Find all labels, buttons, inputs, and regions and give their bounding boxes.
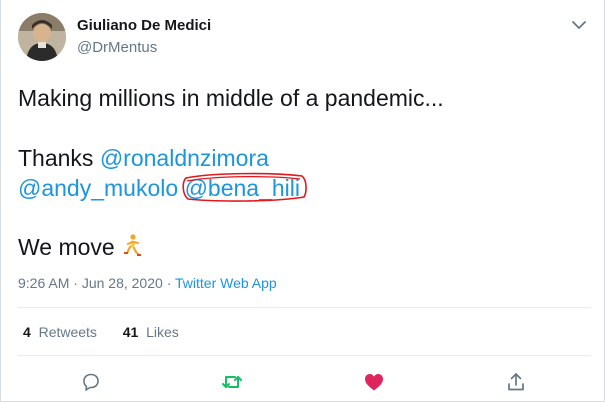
person-running-icon: [123, 234, 141, 258]
tweet-line-3: We move: [18, 234, 115, 260]
tweet-card: Giuliano De Medici @DrMentus Making mill…: [0, 0, 605, 402]
retweets-stat[interactable]: 4 Retweets: [23, 324, 97, 340]
retweet-icon[interactable]: [220, 370, 244, 394]
meta-separator: ·: [73, 275, 78, 291]
tweet-line-thanks: Thanks @ronaldnzimora: [18, 145, 269, 172]
share-icon[interactable]: [504, 370, 528, 394]
likes-label: Likes: [146, 324, 179, 340]
tweet-time[interactable]: 9:26 AM: [18, 275, 69, 291]
divider: [18, 355, 591, 356]
thanks-text: Thanks: [18, 145, 94, 171]
retweets-label: Retweets: [38, 324, 97, 340]
tweet-stats: 4 Retweets 41 Likes: [23, 324, 179, 340]
meta-separator: ·: [166, 275, 172, 291]
tweet-line-mentions: @andy_mukolo @bena_hili: [18, 175, 300, 202]
tweet-meta: 9:26 AM · Jun 28, 2020 · Twitter Web App: [18, 275, 277, 291]
mention-ronaldnzimora[interactable]: @ronaldnzimora: [100, 145, 269, 171]
likes-stat[interactable]: 41 Likes: [123, 324, 179, 340]
tweet-source[interactable]: Twitter Web App: [175, 275, 277, 291]
likes-count: 41: [122, 324, 139, 340]
mention-bena-hili[interactable]: @bena_hili: [185, 175, 300, 201]
mention-andy-mukolo[interactable]: @andy_mukolo: [18, 175, 178, 201]
divider: [18, 307, 591, 308]
chevron-down-icon[interactable]: [570, 16, 588, 34]
author-name[interactable]: Giuliano De Medici: [77, 17, 211, 34]
author-handle[interactable]: @DrMentus: [77, 39, 157, 56]
tweet-line-1: Making millions in middle of a pandemic.…: [18, 85, 444, 111]
reply-icon[interactable]: [79, 370, 103, 394]
retweets-count: 4: [23, 324, 31, 340]
avatar[interactable]: [18, 13, 66, 61]
like-icon[interactable]: [362, 370, 386, 394]
tweet-date[interactable]: Jun 28, 2020: [82, 275, 163, 291]
